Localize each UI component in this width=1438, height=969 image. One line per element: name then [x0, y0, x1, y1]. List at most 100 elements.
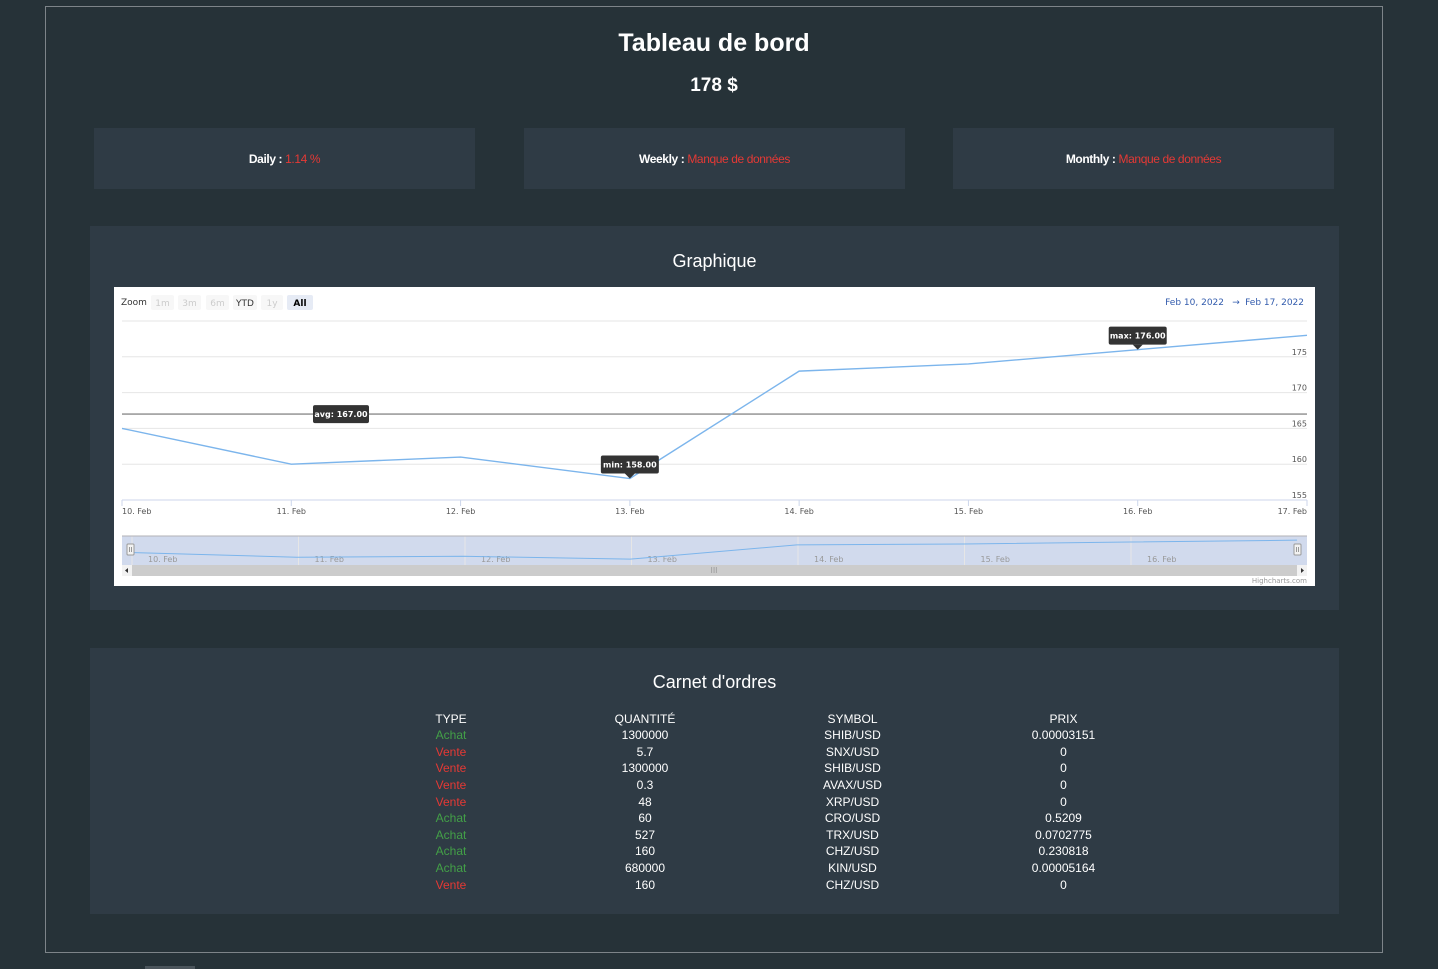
page-title: Tableau de bord	[618, 29, 810, 57]
order-type: Achat	[435, 728, 467, 743]
navigator-x-label: 14. Feb	[814, 555, 843, 564]
x-tick-label: 11. Feb	[277, 507, 306, 516]
order-price: 0	[1060, 794, 1067, 809]
range-button-label: 1y	[266, 299, 278, 309]
order-type: Achat	[435, 811, 467, 826]
order-symbol: TRX/USD	[826, 827, 879, 842]
navigator-mask[interactable]	[122, 536, 1307, 565]
scrollbar-grip-icon: III	[710, 566, 717, 575]
x-tick-label: 16. Feb	[1123, 507, 1152, 516]
order-quantity: 160	[634, 844, 656, 859]
table-row: Vente 5.7 SNX/USD 0	[386, 744, 1196, 761]
navigator-x-label: 10. Feb	[148, 555, 177, 564]
y-tick-label: 160	[1292, 455, 1307, 464]
order-price: 0	[1060, 744, 1067, 759]
order-type: Vente	[435, 794, 467, 809]
order-quantity: 527	[634, 827, 656, 842]
table-row: Achat 60 CRO/USD 0.5209	[386, 810, 1196, 827]
chart-panel: Graphique Zoom 1m 3m 6m YTD 1y All Feb 10, 2022…	[90, 226, 1339, 610]
order-symbol: SHIB/USD	[824, 728, 881, 743]
portfolio-total: 178 $	[690, 75, 738, 96]
stat-daily-value: 1.14 %	[285, 151, 321, 166]
stat-monthly: Monthly : Manque de données	[953, 128, 1334, 189]
range-button-label: 3m	[182, 299, 197, 309]
data-point[interactable]	[798, 370, 800, 372]
order-quantity: 680000	[624, 861, 666, 876]
order-price: 0.00005164	[1031, 861, 1096, 876]
order-price: 0.5209	[1045, 811, 1082, 826]
highcharts-credits[interactable]: Highcharts.com	[1252, 577, 1307, 585]
order-type: Vente	[435, 761, 467, 776]
x-tick-label: 15. Feb	[954, 507, 983, 516]
table-row: Vente 1300000 SHIB/USD 0	[386, 760, 1196, 777]
order-symbol: SHIB/USD	[824, 761, 881, 776]
range-button-label: All	[293, 299, 306, 309]
x-tick-label: 13. Feb	[615, 507, 644, 516]
table-row: Achat 680000 KIN/USD 0.00005164	[386, 860, 1196, 877]
order-price: 0.0702775	[1035, 827, 1092, 842]
data-point[interactable]	[121, 427, 123, 429]
navigator-x-label: 11. Feb	[315, 555, 344, 564]
x-tick-label: 10. Feb	[122, 507, 151, 516]
order-quantity: 1300000	[621, 761, 669, 776]
table-row: Vente 48 XRP/USD 0	[386, 793, 1196, 810]
dashboard-frame: Tableau de bord 178 $ Daily : 1.14 % Wee…	[45, 6, 1383, 953]
stat-monthly-value: Manque de données	[1118, 151, 1222, 166]
order-type: Achat	[435, 844, 467, 859]
order-symbol: CRO/USD	[824, 811, 881, 826]
order-quantity: 60	[638, 811, 652, 826]
order-symbol: CHZ/USD	[825, 844, 880, 859]
x-tick-label: 17. Feb	[1278, 507, 1307, 516]
order-quantity: 160	[634, 877, 656, 892]
order-type: Vente	[435, 877, 467, 892]
navigator-left-handle[interactable]	[126, 543, 135, 556]
order-type: Vente	[435, 744, 467, 759]
data-point[interactable]	[1306, 334, 1308, 336]
order-symbol: SNX/USD	[825, 744, 880, 759]
orders-table: TYPE QUANTITÉ SYMBOL PRIX Achat 1300000 SH…	[386, 710, 1196, 893]
range-separator: →	[1232, 298, 1240, 308]
chart-svg[interactable]: Zoom 1m 3m 6m YTD 1y All Feb 10, 2022 → Feb 17, 2…	[114, 287, 1315, 586]
y-tick-label: 155	[1292, 491, 1307, 500]
table-row: Achat 1300000 SHIB/USD 0.00003151	[386, 727, 1196, 744]
col-price: PRIX	[1049, 711, 1078, 726]
range-button-label: 6m	[210, 299, 225, 309]
navigator-x-label: 15. Feb	[981, 555, 1010, 564]
order-quantity: 48	[638, 794, 652, 809]
range-to-input[interactable]: Feb 17, 2022	[1245, 298, 1304, 308]
table-row: Vente 0.3 AVAX/USD 0	[386, 777, 1196, 794]
stat-daily: Daily : 1.14 %	[94, 128, 475, 189]
orders-panel-title: Carnet d'ordres	[652, 672, 777, 692]
annotation-label: max: 176.00	[1110, 332, 1166, 341]
data-point[interactable]	[459, 456, 461, 458]
table-row: Achat 527 TRX/USD 0.0702775	[386, 827, 1196, 844]
col-quantity: QUANTITÉ	[614, 711, 676, 726]
navigator-right-handle[interactable]	[1293, 543, 1302, 556]
order-price: 0	[1060, 761, 1067, 776]
stat-daily-label: Daily :	[248, 151, 283, 166]
stat-weekly-label: Weekly :	[639, 151, 685, 166]
order-symbol: CHZ/USD	[825, 877, 880, 892]
order-type: Achat	[435, 861, 467, 876]
order-symbol: XRP/USD	[825, 794, 880, 809]
order-quantity: 1300000	[621, 728, 669, 743]
orders-panel: Carnet d'ordres TYPE QUANTITÉ SYMBOL PRI…	[90, 648, 1339, 914]
order-price: 0	[1060, 778, 1067, 793]
stat-monthly-label: Monthly :	[1065, 151, 1116, 166]
order-type: Achat	[435, 827, 467, 842]
x-tick-label: 12. Feb	[446, 507, 475, 516]
data-point[interactable]	[290, 463, 292, 465]
zoom-label: Zoom	[121, 298, 147, 308]
stock-chart[interactable]: Zoom 1m 3m 6m YTD 1y All Feb 10, 2022 → Feb 17, 2…	[114, 287, 1315, 586]
stat-weekly-value: Manque de données	[687, 151, 790, 166]
range-from-input[interactable]: Feb 10, 2022	[1165, 298, 1224, 308]
data-point[interactable]	[967, 363, 969, 365]
chart-panel-title: Graphique	[672, 251, 757, 271]
order-price: 0.230818	[1038, 844, 1089, 859]
avg-label: avg: 167.00	[314, 410, 368, 419]
order-symbol: AVAX/USD	[823, 778, 882, 793]
orders-body: Achat 1300000 SHIB/USD 0.00003151 Vente 5.7 SN…	[386, 727, 1196, 893]
navigator-x-label: 16. Feb	[1147, 555, 1176, 564]
order-symbol: KIN/USD	[828, 861, 877, 876]
x-tick-label: 14. Feb	[784, 507, 813, 516]
